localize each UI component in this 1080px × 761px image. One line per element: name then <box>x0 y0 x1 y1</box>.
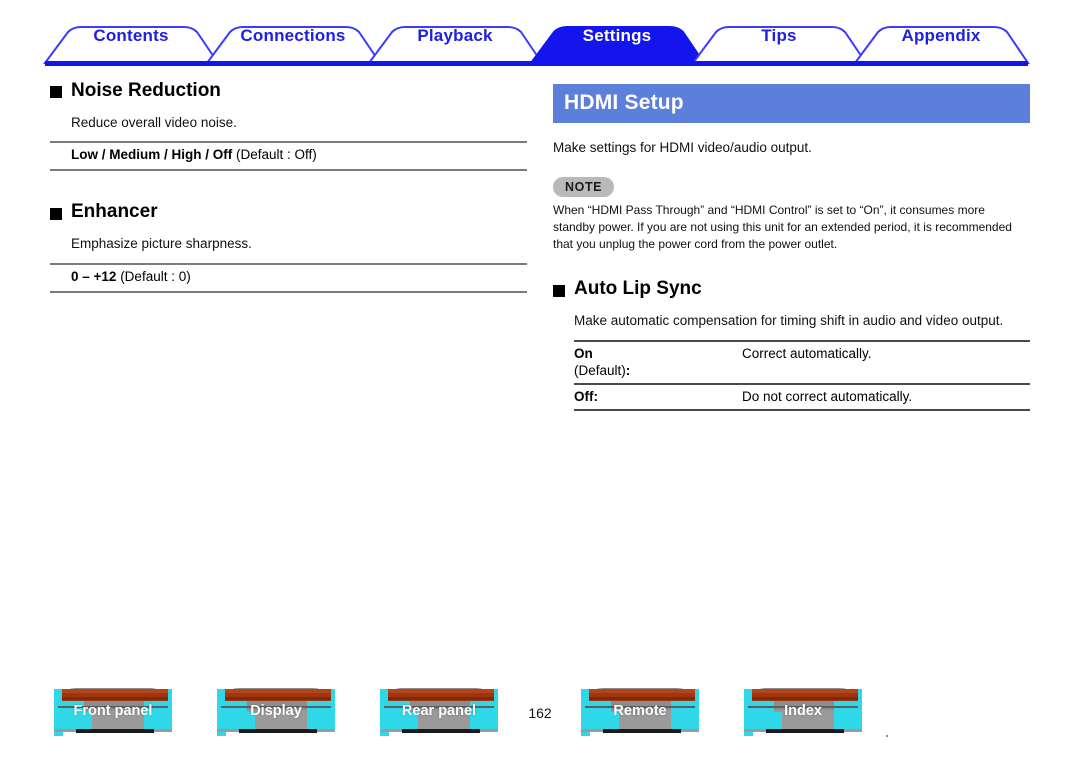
tab-label-connections[interactable]: Connections <box>240 26 345 46</box>
left-column: Noise Reduction Reduce overall video noi… <box>50 68 527 293</box>
nav-button-label[interactable]: Remote <box>575 703 705 719</box>
hdmi-setup-intro: Make settings for HDMI video/audio outpu… <box>553 140 812 156</box>
enhancer-spec: 0 – +12 (Default : 0) <box>50 262 527 293</box>
square-bullet-icon <box>553 284 565 297</box>
nav-button-label[interactable]: Rear panel <box>374 703 504 719</box>
enhancer-spec-values: 0 – +12 <box>71 268 117 284</box>
auto-lip-sync-table: On (Default): Correct automatically. Off… <box>574 339 1030 412</box>
noise-reduction-description: Reduce overall video noise. <box>71 114 237 130</box>
heading-text: Enhancer <box>71 201 158 223</box>
option-key-on: On (Default): <box>574 339 742 385</box>
page-body: Noise Reduction Reduce overall video noi… <box>0 68 1080 668</box>
noise-reduction-spec-default: (Default : Off) <box>236 147 317 163</box>
nav-button-display[interactable]: Display <box>211 686 341 739</box>
heading-noise-reduction: Noise Reduction <box>50 80 527 103</box>
option-key-main: On <box>574 345 593 361</box>
section-auto-lip-sync: Auto Lip Sync Make automatic compensatio… <box>553 278 1030 412</box>
right-column: HDMI Setup Make settings for HDMI video/… <box>553 68 1030 412</box>
auto-lip-sync-description: Make automatic compensation for timing s… <box>574 313 1004 329</box>
noise-reduction-spec: Low / Medium / High / Off (Default : Off… <box>50 141 527 172</box>
nav-button-index[interactable]: Index <box>738 686 868 739</box>
table-row: Off: Do not correct automatically. <box>574 383 1030 412</box>
option-key-sub: (Default) <box>574 362 626 378</box>
enhancer-description: Emphasize picture sharpness. <box>71 236 252 252</box>
tab-label-playback[interactable]: Playback <box>417 26 492 46</box>
tab-label-tips[interactable]: Tips <box>761 26 796 46</box>
square-bullet-icon <box>50 86 62 99</box>
option-key-main: Off: <box>574 389 598 405</box>
heading-enhancer: Enhancer <box>50 201 527 224</box>
nav-button-rear-panel[interactable]: Rear panel <box>374 686 504 739</box>
note-text: When “HDMI Pass Through” and “HDMI Contr… <box>553 203 1012 252</box>
option-value-on: Correct automatically. <box>742 339 1030 385</box>
tab-label-contents[interactable]: Contents <box>93 26 168 46</box>
tab-baseline <box>45 61 1028 66</box>
tab-label-appendix[interactable]: Appendix <box>901 26 980 46</box>
enhancer-spec-default: (Default : 0) <box>120 268 191 284</box>
page-artifact-speck <box>886 735 888 737</box>
footer-nav: Front panel Display Rear panel 162 Remot… <box>0 686 1080 748</box>
heading-text: Auto Lip Sync <box>574 278 702 300</box>
nav-button-front-panel[interactable]: Front panel <box>48 686 178 739</box>
option-key-colon: : <box>625 362 631 378</box>
nav-button-label[interactable]: Display <box>211 703 341 719</box>
nav-button-label[interactable]: Front panel <box>48 703 178 719</box>
option-value-off: Do not correct automatically. <box>742 383 1030 412</box>
square-bullet-icon <box>50 207 62 220</box>
noise-reduction-spec-values: Low / Medium / High / Off <box>71 147 233 163</box>
table-row: On (Default): Correct automatically. <box>574 339 1030 385</box>
page-number: 162 <box>528 705 552 721</box>
option-key-off: Off: <box>574 383 742 412</box>
nav-button-label[interactable]: Index <box>738 703 868 719</box>
section-enhancer: Enhancer Emphasize picture sharpness. 0 … <box>50 201 527 293</box>
heading-text: Noise Reduction <box>71 80 221 101</box>
nav-button-remote[interactable]: Remote <box>575 686 705 739</box>
tab-label-settings[interactable]: Settings <box>583 26 652 46</box>
note-block: NOTE When “HDMI Pass Through” and “HDMI … <box>553 176 1030 253</box>
section-noise-reduction: Noise Reduction Reduce overall video noi… <box>50 80 527 172</box>
note-badge: NOTE <box>553 176 615 198</box>
heading-auto-lip-sync: Auto Lip Sync <box>553 278 1030 301</box>
hdmi-setup-banner: HDMI Setup <box>553 84 1030 124</box>
tab-bar: Contents Connections Playback Settings T… <box>0 0 1080 68</box>
